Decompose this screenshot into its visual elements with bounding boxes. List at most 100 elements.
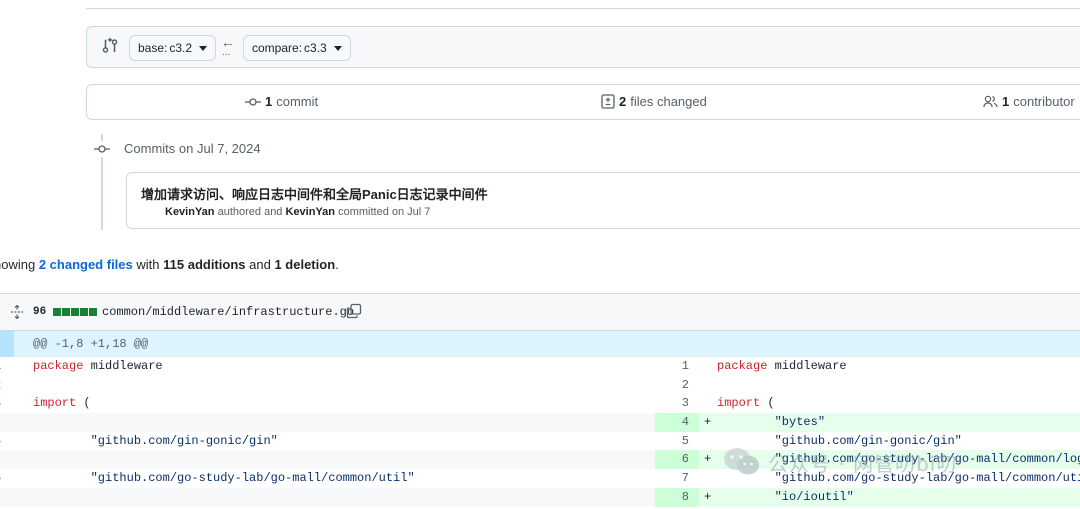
diff-right-cell-added: 6 + "github.com/go-study-lab/go-mall/comm… bbox=[655, 450, 1080, 470]
committed-text: committed on Jul 7 bbox=[338, 206, 431, 218]
diffstat-blocks bbox=[53, 308, 97, 316]
diff-right-cell-added: 4 + "bytes" bbox=[655, 413, 1080, 432]
diff-left-cell: 4 "github.com/gin-gonic/gin" bbox=[0, 432, 655, 451]
diff-right-cell-added: 8 + "io/ioutil" bbox=[655, 487, 1080, 507]
diff-left-cell: 2 bbox=[0, 376, 655, 395]
contributors-count: 1 bbox=[1002, 94, 1010, 109]
diff-left-cell: 3 import ( bbox=[0, 394, 655, 413]
diffstat-block bbox=[53, 308, 61, 316]
showing-suffix: . bbox=[335, 257, 339, 272]
commits-count: 1 bbox=[265, 94, 273, 109]
compare-summary-bar: 1 commit 2 files changed 1 contributor bbox=[86, 84, 1080, 120]
chevron-down-icon bbox=[199, 45, 208, 51]
right-line-number[interactable]: 7 bbox=[655, 469, 699, 488]
diffstat-block bbox=[71, 308, 79, 316]
right-line-number[interactable]: 4 bbox=[655, 413, 699, 432]
right-code-line: "github.com/go-study-lab/go-mall/common/… bbox=[717, 452, 1080, 467]
commit-item: 增加请求访问、响应日志中间件和全局Panic日志记录中间件 KevinYan a… bbox=[126, 172, 1080, 229]
diffstat-block bbox=[62, 308, 70, 316]
right-line-number[interactable]: 3 bbox=[655, 394, 699, 413]
files-label: files changed bbox=[630, 94, 707, 109]
chevron-down-icon bbox=[333, 45, 342, 51]
unfold-icon[interactable] bbox=[10, 305, 24, 319]
commits-date-heading: Commits on Jul 7, 2024 bbox=[124, 141, 261, 156]
right-code-line: "io/ioutil" bbox=[717, 489, 854, 504]
git-commit-icon bbox=[94, 141, 110, 157]
with-text: with bbox=[136, 257, 160, 272]
diff-right-cell: 1 package middleware bbox=[655, 357, 1080, 376]
git-compare-icon bbox=[102, 37, 118, 53]
git-commit-icon bbox=[245, 97, 261, 106]
top-divider bbox=[86, 8, 1080, 9]
right-line-number[interactable]: 6 bbox=[655, 450, 699, 470]
base-value: c3.2 bbox=[169, 41, 193, 55]
commit-title-link[interactable]: 增加请求访问、响应日志中间件和全局Panic日志记录中间件 bbox=[141, 184, 488, 203]
diff-stats-line: howing 2 changed files with 115 addition… bbox=[0, 257, 339, 272]
base-label: base: bbox=[138, 41, 168, 55]
addition-marker: + bbox=[704, 489, 712, 504]
base-branch-select[interactable]: base: c3.2 bbox=[129, 35, 217, 61]
right-line-number[interactable]: 5 bbox=[655, 432, 699, 451]
left-line-number[interactable]: 2 bbox=[0, 376, 4, 395]
contributors-tab[interactable]: 1 contributor bbox=[983, 94, 1075, 109]
diff-row: 4 "github.com/gin-gonic/gin"5 "github.co… bbox=[0, 432, 1080, 451]
files-changed-tab[interactable]: 2 files changed bbox=[601, 94, 707, 109]
compare-value: c3.3 bbox=[304, 41, 327, 55]
diff-left-cell bbox=[0, 487, 655, 507]
right-code-line: "github.com/gin-gonic/gin" bbox=[717, 433, 962, 448]
and-text: and bbox=[249, 257, 271, 272]
left-code-line: "github.com/go-study-lab/go-mall/common/… bbox=[33, 471, 415, 486]
addition-marker: + bbox=[704, 452, 712, 467]
right-code-line: package middleware bbox=[717, 359, 847, 373]
addition-marker: + bbox=[704, 415, 712, 430]
authored-text: authored and bbox=[217, 206, 283, 218]
compare-range-bar: base: c3.2 ← ... compare: c3.3 bbox=[86, 26, 1080, 68]
left-code-line: "github.com/gin-gonic/gin" bbox=[33, 433, 278, 448]
right-line-number[interactable]: 2 bbox=[655, 376, 699, 395]
left-line-number[interactable]: 5 bbox=[0, 469, 4, 488]
hunk-header-text: @@ -1,8 +1,18 @@ bbox=[33, 337, 149, 351]
range-dots: ... bbox=[222, 47, 231, 58]
left-line-number[interactable]: 1 bbox=[0, 357, 4, 376]
diff-right-cell: 3 import ( bbox=[655, 394, 1080, 413]
commit-author-link[interactable]: KevinYan bbox=[165, 206, 215, 218]
additions-count: 115 additions bbox=[163, 257, 246, 272]
diff-left-cell bbox=[0, 450, 655, 470]
diff-row: 4 + "bytes" bbox=[0, 413, 1080, 432]
right-line-number[interactable]: 1 bbox=[655, 357, 699, 376]
commits-tab[interactable]: 1 commit bbox=[245, 94, 318, 109]
file-path-link[interactable]: common/middleware/infrastructure.go bbox=[102, 305, 354, 319]
right-code-line: "bytes" bbox=[717, 415, 826, 430]
diff-right-cell: 5 "github.com/gin-gonic/gin" bbox=[655, 432, 1080, 451]
diff-left-cell: 1 package middleware bbox=[0, 357, 655, 376]
commit-meta: KevinYan authored and KevinYan committed… bbox=[165, 206, 430, 218]
file-change-count: 96 bbox=[33, 306, 47, 318]
diff-row: 5 "github.com/go-study-lab/go-mall/commo… bbox=[0, 469, 1080, 488]
right-line-number[interactable]: 8 bbox=[655, 487, 699, 507]
diff-row: 1 package middleware 1 package middleware bbox=[0, 357, 1080, 376]
diff-row: 8 + "io/ioutil" bbox=[0, 487, 1080, 507]
compare-label: compare: bbox=[252, 41, 303, 55]
left-code-line: package middleware bbox=[33, 359, 163, 373]
contributors-label: contributor bbox=[1013, 94, 1075, 109]
commit-committer-link[interactable]: KevinYan bbox=[286, 206, 336, 218]
file-diff-icon bbox=[601, 94, 615, 109]
compare-branch-select[interactable]: compare: c3.3 bbox=[243, 35, 351, 61]
diff-row: 22 bbox=[0, 376, 1080, 395]
split-diff-table: 1package middleware1package middleware22… bbox=[0, 357, 1080, 507]
expand-hunk-button[interactable] bbox=[0, 331, 14, 357]
showing-prefix: howing bbox=[0, 257, 36, 272]
left-code-line: import ( bbox=[33, 396, 91, 411]
right-code-line: "github.com/go-study-lab/go-mall/common/… bbox=[717, 471, 1080, 486]
copy-icon[interactable] bbox=[346, 303, 362, 319]
people-icon bbox=[983, 95, 998, 108]
diff-left-cell bbox=[0, 413, 655, 432]
changed-files-link[interactable]: 2 changed files bbox=[39, 257, 133, 272]
diff-row: 6 + "github.com/go-study-lab/go-mall/comm… bbox=[0, 450, 1080, 470]
left-line-number[interactable]: 3 bbox=[0, 394, 4, 413]
diff-row: 3 import (3 import ( bbox=[0, 394, 1080, 413]
files-count: 2 bbox=[619, 94, 627, 109]
left-line-number[interactable]: 4 bbox=[0, 432, 4, 451]
diff-left-cell: 5 "github.com/go-study-lab/go-mall/commo… bbox=[0, 469, 655, 488]
diff-right-cell: 2 bbox=[655, 376, 1080, 395]
